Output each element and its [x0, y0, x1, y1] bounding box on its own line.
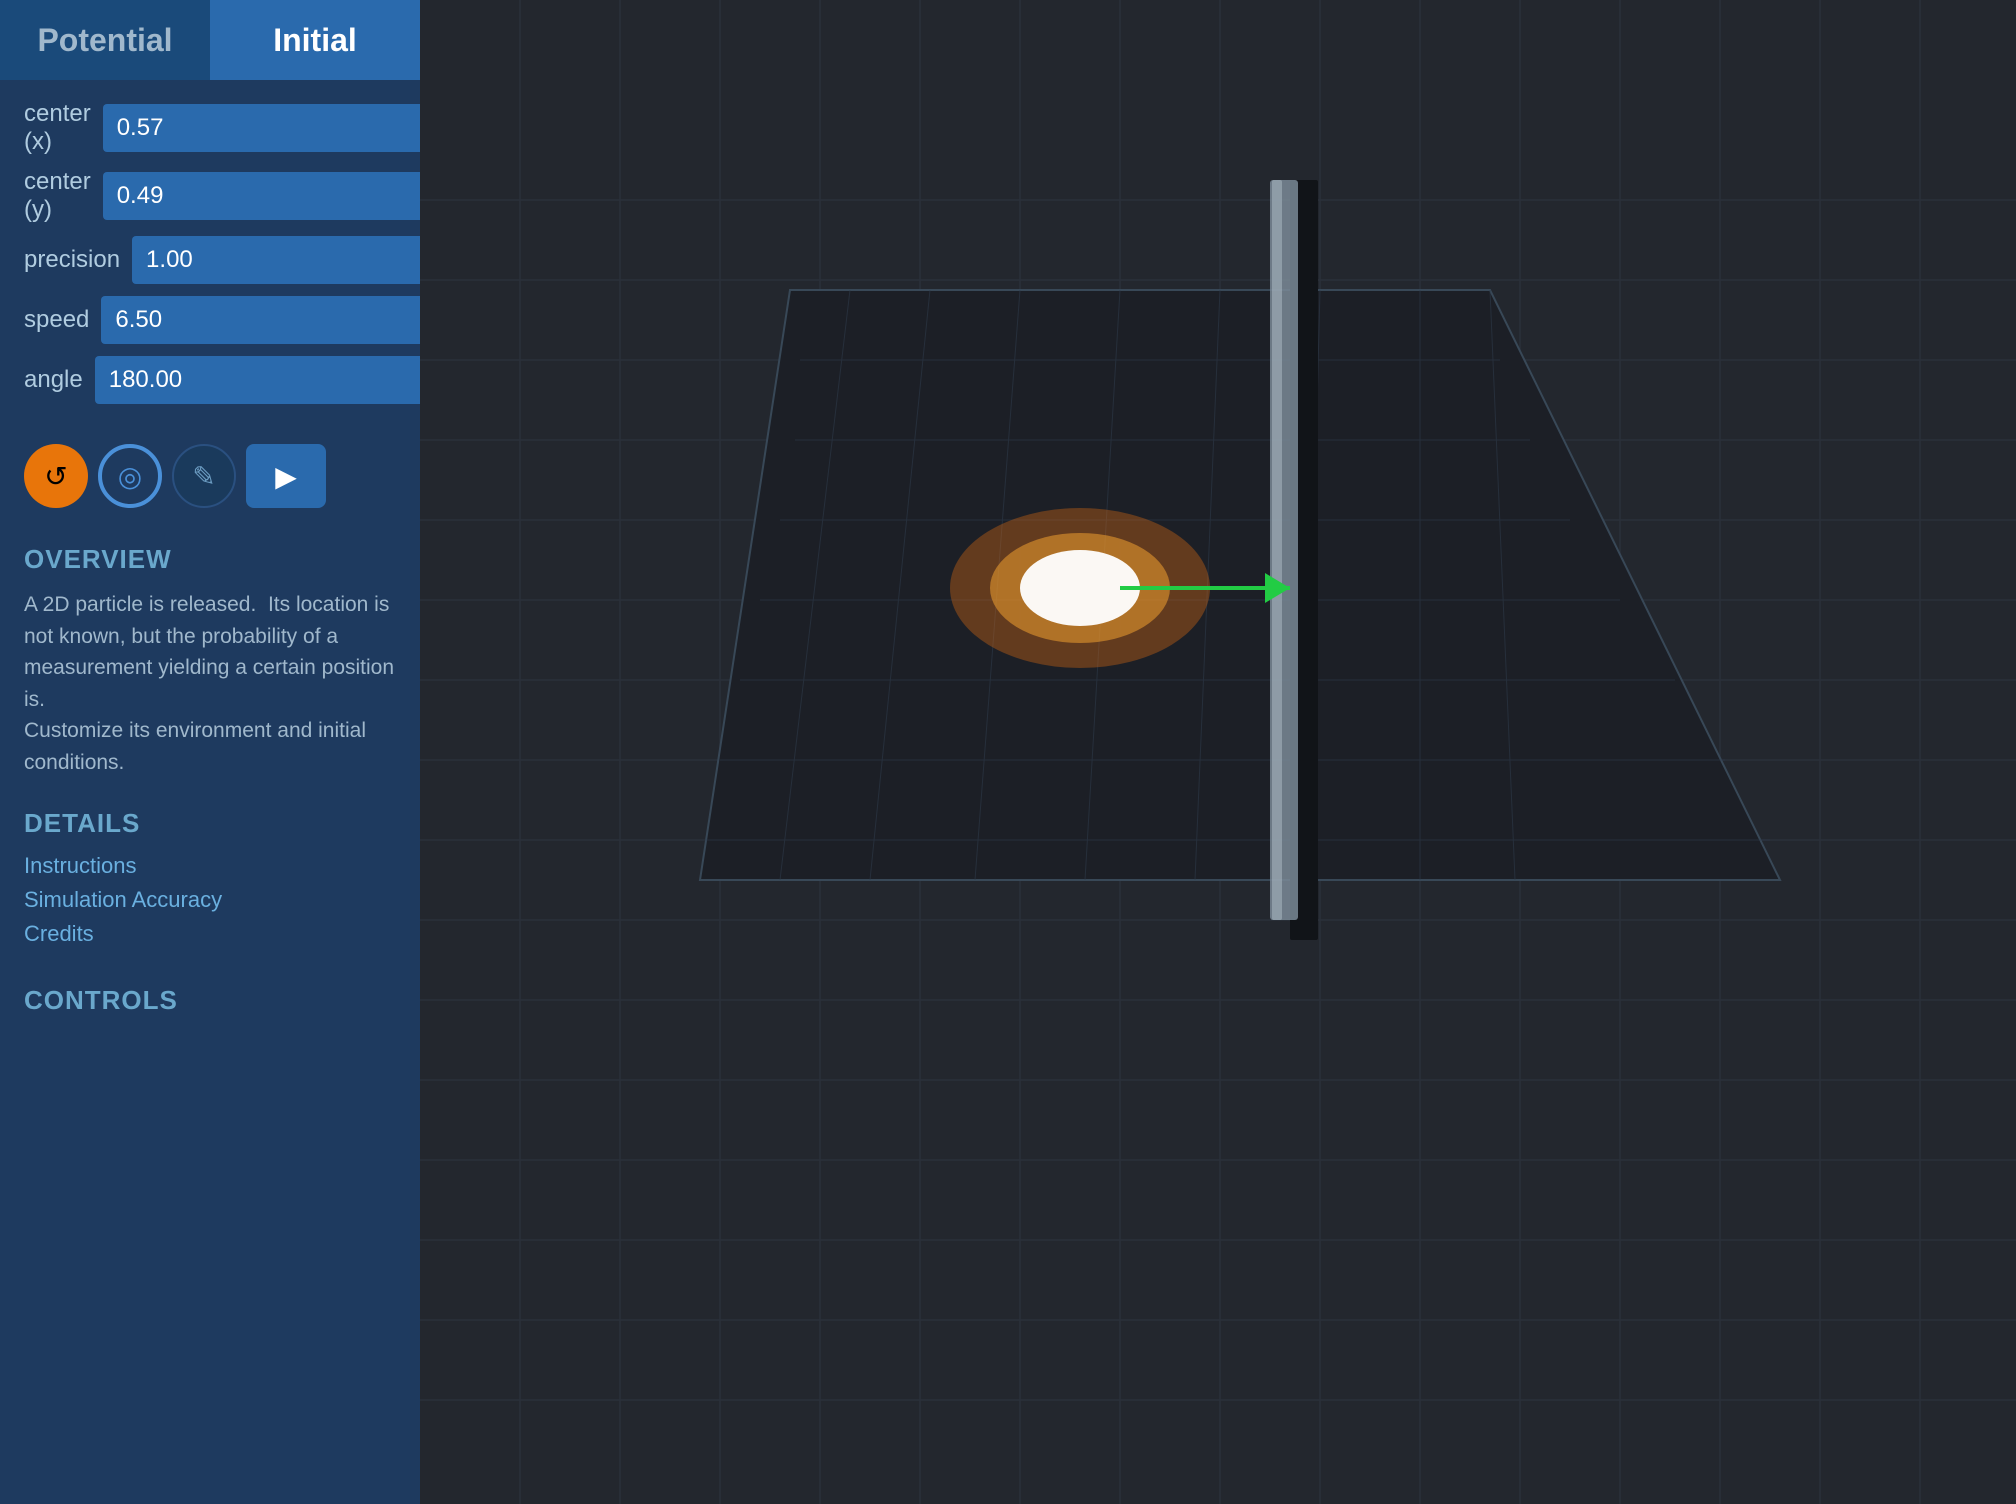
field-row-precision: precision: [24, 236, 396, 284]
overview-text: A 2D particle is released. Its location …: [24, 589, 396, 778]
sidebar: Potential Initial center (x) center (y) …: [0, 0, 420, 1504]
floor-plane: [700, 290, 1780, 880]
tab-initial[interactable]: Initial: [210, 0, 420, 80]
barrier-wall: [1270, 180, 1318, 940]
field-row-angle: angle: [24, 356, 396, 404]
label-center-y: center (y): [24, 168, 91, 224]
overview-section: OVERVIEW A 2D particle is released. Its …: [0, 524, 420, 788]
input-center-y[interactable]: [103, 172, 441, 220]
details-section: DETAILS Instructions Simulation Accuracy…: [0, 788, 420, 965]
label-angle: angle: [24, 366, 83, 394]
edit-icon: ✎: [192, 460, 215, 493]
circle-button[interactable]: ◎: [98, 444, 162, 508]
field-row-center-x: center (x): [24, 100, 396, 156]
3d-viewport[interactable]: [420, 0, 2016, 1504]
credits-link[interactable]: Credits: [24, 921, 396, 947]
edit-button[interactable]: ✎: [172, 444, 236, 508]
play-button[interactable]: ▶: [246, 444, 326, 508]
tab-potential[interactable]: Potential: [0, 0, 210, 80]
parameter-fields: center (x) center (y) precision speed an…: [0, 80, 420, 424]
reset-button[interactable]: ↺: [24, 444, 88, 508]
label-precision: precision: [24, 246, 120, 274]
input-speed[interactable]: [101, 296, 439, 344]
input-angle[interactable]: [95, 356, 433, 404]
controls-section: CONTROLS: [0, 965, 420, 1040]
controls-title: CONTROLS: [24, 985, 396, 1016]
reset-icon: ↺: [44, 460, 67, 493]
details-title: DETAILS: [24, 808, 396, 839]
label-speed: speed: [24, 306, 89, 334]
tab-bar: Potential Initial: [0, 0, 420, 80]
input-center-x[interactable]: [103, 104, 441, 152]
field-row-center-y: center (y): [24, 168, 396, 224]
play-icon: ▶: [275, 460, 297, 493]
circle-icon: ◎: [118, 460, 142, 493]
action-buttons: ↺ ◎ ✎ ▶: [0, 428, 420, 524]
overview-title: OVERVIEW: [24, 544, 396, 575]
instructions-link[interactable]: Instructions: [24, 853, 396, 879]
field-row-speed: speed: [24, 296, 396, 344]
3d-scene: [420, 0, 2016, 1504]
simulation-accuracy-link[interactable]: Simulation Accuracy: [24, 887, 396, 913]
label-center-x: center (x): [24, 100, 91, 156]
